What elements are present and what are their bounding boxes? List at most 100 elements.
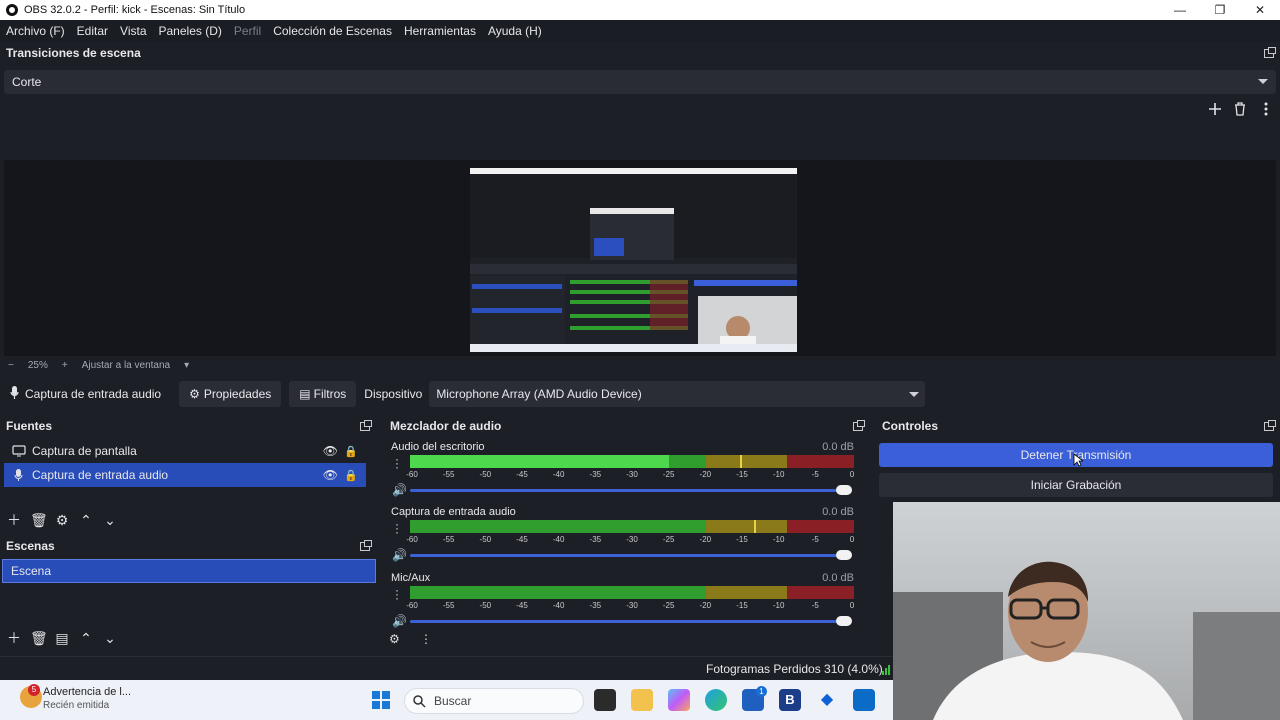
move-up-button[interactable]: ⌃	[78, 630, 94, 647]
device-select[interactable]: Microphone Array (AMD Audio Device)	[429, 381, 926, 407]
dropbox-icon[interactable]: ◆	[816, 689, 838, 711]
move-down-button[interactable]: ⌄	[102, 630, 118, 647]
scene-filters-button[interactable]: ▤	[54, 630, 70, 647]
menu-paneles[interactable]: Paneles (D)	[159, 24, 222, 38]
volume-meter	[410, 520, 854, 533]
menu-editar[interactable]: Editar	[77, 24, 108, 38]
window-title-bar: OBS 32.0.2 - Perfil: kick - Escenas: Sin…	[0, 0, 1280, 20]
dropped-frames-status: Fotogramas Perdidos 310 (4.0%)	[706, 662, 883, 676]
fit-window-label[interactable]: Ajustar a la ventana	[82, 360, 170, 371]
source-settings-button[interactable]: ⚙	[54, 512, 70, 529]
chevron-down-icon	[909, 392, 920, 397]
meter-tick-label: -5	[811, 470, 819, 479]
edge-browser-icon[interactable]	[705, 689, 727, 711]
meter-tick-label: -60	[406, 470, 418, 479]
meter-tick-label: -60	[406, 601, 418, 610]
menu-vista[interactable]: Vista	[120, 24, 146, 38]
bing-b-icon[interactable]: B	[779, 689, 801, 711]
meter-tick-label: -20	[699, 470, 712, 479]
volume-slider[interactable]	[410, 554, 844, 557]
zoom-dropdown-icon[interactable]: ▾	[184, 360, 189, 371]
meter-tick-label: -20	[699, 535, 712, 544]
kebab-menu-icon[interactable]: · · ·	[395, 518, 399, 538]
add-source-button[interactable]: ＋	[6, 510, 22, 530]
eye-icon[interactable]: 👁	[323, 444, 338, 458]
menu-perfil[interactable]: Perfil	[234, 24, 261, 38]
remove-scene-button[interactable]: 🗑	[30, 630, 48, 647]
meter-tick-label: -10	[772, 470, 785, 479]
remove-source-button[interactable]: 🗑	[30, 512, 48, 529]
maximize-button[interactable]: ❐	[1200, 0, 1240, 20]
undock-icon[interactable]	[1264, 419, 1276, 431]
meter-tick-label: -15	[736, 470, 748, 479]
scene-item[interactable]: Escena	[2, 559, 376, 583]
lock-icon[interactable]: 🔒	[344, 445, 358, 458]
channel-name: Audio del escritorio	[391, 441, 485, 453]
source-label: Captura de pantalla	[32, 444, 137, 458]
filters-button[interactable]: ▤ Filtros	[289, 381, 357, 407]
meter-tick-label: -15	[736, 535, 748, 544]
meter-tick-label: -30	[626, 601, 638, 610]
windows-start-icon[interactable]	[372, 691, 390, 712]
advanced-audio-settings-icon[interactable]: ⚙	[389, 632, 400, 646]
close-button[interactable]: ✕	[1240, 0, 1280, 20]
menu-herramientas[interactable]: Herramientas	[404, 24, 476, 38]
speaker-icon[interactable]: 🔊	[392, 483, 407, 497]
undock-icon[interactable]	[853, 419, 865, 431]
file-explorer-icon[interactable]	[631, 689, 653, 711]
volume-slider-handle[interactable]	[836, 616, 852, 626]
undock-icon[interactable]	[1264, 46, 1276, 58]
signal-strength-icon	[882, 663, 892, 678]
menu-coleccion-escenas[interactable]: Colección de Escenas	[273, 24, 392, 38]
meter-tick-label: -10	[772, 535, 785, 544]
move-down-button[interactable]: ⌄	[102, 512, 118, 529]
meter-tick-label: -35	[589, 470, 602, 479]
meter-tick-label: -15	[736, 601, 748, 610]
volume-slider-handle[interactable]	[836, 485, 852, 495]
task-view-icon[interactable]	[594, 689, 616, 711]
zoom-out-button[interactable]: −	[8, 360, 14, 371]
kebab-menu-icon[interactable]: · · ·	[395, 453, 399, 473]
add-scene-button[interactable]: ＋	[6, 628, 22, 648]
move-up-button[interactable]: ⌃	[78, 512, 94, 529]
trash-icon	[1235, 102, 1245, 116]
kebab-menu-icon[interactable]: · · ·	[395, 584, 399, 604]
channel-db: 0.0 dB	[822, 572, 854, 584]
copilot-icon[interactable]	[668, 689, 690, 711]
source-item-audio[interactable]: Captura de entrada audio 👁 🔒	[4, 463, 366, 487]
menu-archivo[interactable]: Archivo (F)	[6, 24, 65, 38]
source-item-screen[interactable]: Captura de pantalla 👁 🔒	[4, 439, 366, 463]
volume-slider[interactable]	[410, 620, 844, 623]
meter-tick-label: -5	[811, 535, 819, 544]
mixer-menu-icon[interactable]: ⋮	[420, 632, 432, 646]
meter-tick-label: -25	[662, 601, 675, 610]
preview-canvas[interactable]	[470, 168, 797, 352]
taskbar-search[interactable]: Buscar	[404, 688, 584, 714]
volume-slider-handle[interactable]	[836, 550, 852, 560]
eye-icon[interactable]: 👁	[323, 468, 338, 482]
outlook-icon[interactable]	[853, 689, 875, 711]
undock-icon[interactable]	[360, 419, 372, 431]
properties-button[interactable]: ⚙ Propiedades	[179, 381, 282, 407]
add-transition-button[interactable]	[1205, 99, 1225, 119]
undock-icon[interactable]	[360, 539, 372, 551]
transition-select[interactable]: Corte	[4, 70, 1276, 94]
menu-ayuda[interactable]: Ayuda (H)	[488, 24, 542, 38]
meter-tick-label: -55	[442, 535, 455, 544]
scene-label: Escena	[11, 564, 52, 578]
speaker-icon[interactable]: 🔊	[392, 548, 407, 562]
remove-transition-button[interactable]	[1230, 99, 1250, 119]
volume-slider[interactable]	[410, 489, 844, 492]
minimize-button[interactable]: —	[1160, 0, 1200, 20]
meter-tick-label: -45	[516, 601, 528, 610]
transition-properties-button[interactable]	[1256, 99, 1276, 119]
start-recording-button[interactable]: Iniciar Grabación	[879, 473, 1273, 497]
scenes-toolbar: ＋ 🗑 ▤ ⌃ ⌄	[0, 628, 118, 648]
zoom-in-button[interactable]: +	[62, 360, 68, 371]
meter-tick-label: -45	[516, 535, 528, 544]
volume-meter	[410, 455, 854, 468]
notification-title[interactable]: Advertencia de l...	[43, 686, 131, 698]
lock-icon[interactable]: 🔒	[344, 469, 358, 482]
speaker-icon[interactable]: 🔊	[392, 614, 407, 628]
meter-tick-label: -50	[479, 601, 492, 610]
